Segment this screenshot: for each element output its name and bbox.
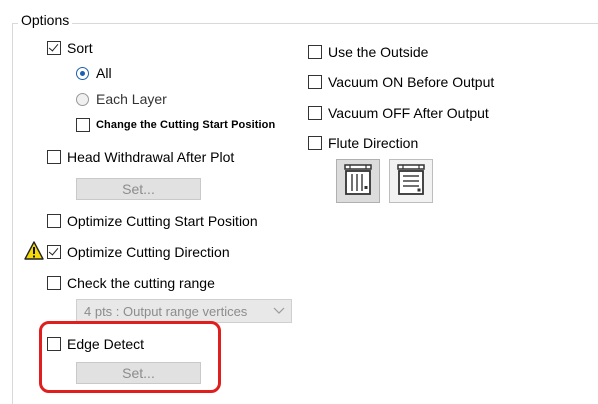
change-start-checkbox-row[interactable]: Change the Cutting Start Position bbox=[76, 115, 275, 135]
flute-vertical-icon bbox=[342, 163, 374, 199]
range-select[interactable]: 4 pts : Output range vertices bbox=[76, 299, 292, 323]
all-radio[interactable] bbox=[76, 66, 89, 80]
sort-label: Sort bbox=[67, 40, 93, 56]
check-range-checkbox[interactable] bbox=[47, 276, 61, 290]
head-withdrawal-checkbox[interactable] bbox=[47, 150, 61, 164]
flute-direction-checkbox-row[interactable]: Flute Direction bbox=[308, 133, 418, 153]
vacuum-on-checkbox[interactable] bbox=[308, 75, 322, 89]
optimize-start-label: Optimize Cutting Start Position bbox=[67, 213, 258, 229]
optimize-direction-checkbox[interactable] bbox=[47, 245, 61, 259]
head-withdrawal-set-button[interactable]: Set... bbox=[76, 178, 201, 200]
flute-vertical-button[interactable] bbox=[336, 159, 380, 203]
options-group-title: Options bbox=[18, 12, 73, 28]
vacuum-on-checkbox-row[interactable]: Vacuum ON Before Output bbox=[308, 72, 494, 92]
sort-all-radio-row[interactable]: All bbox=[76, 63, 112, 83]
optimize-direction-checkbox-row[interactable]: Optimize Cutting Direction bbox=[47, 242, 230, 262]
chevron-down-icon bbox=[273, 304, 285, 319]
optimize-direction-label: Optimize Cutting Direction bbox=[67, 244, 230, 260]
vacuum-off-checkbox-row[interactable]: Vacuum OFF After Output bbox=[308, 103, 489, 123]
check-range-checkbox-row[interactable]: Check the cutting range bbox=[47, 273, 215, 293]
head-withdrawal-checkbox-row[interactable]: Head Withdrawal After Plot bbox=[47, 147, 234, 167]
use-outside-checkbox-row[interactable]: Use the Outside bbox=[308, 42, 428, 62]
flute-direction-checkbox[interactable] bbox=[308, 136, 322, 150]
use-outside-checkbox[interactable] bbox=[308, 45, 322, 59]
sort-each-layer-radio-row[interactable]: Each Layer bbox=[76, 89, 167, 109]
each-layer-label: Each Layer bbox=[96, 91, 167, 107]
check-range-label: Check the cutting range bbox=[67, 275, 215, 291]
sort-checkbox-row[interactable]: Sort bbox=[47, 38, 93, 58]
vacuum-off-label: Vacuum OFF After Output bbox=[328, 105, 489, 121]
flute-direction-label: Flute Direction bbox=[328, 135, 419, 151]
optimize-start-checkbox-row[interactable]: Optimize Cutting Start Position bbox=[47, 211, 258, 231]
change-start-checkbox[interactable] bbox=[76, 118, 90, 132]
use-outside-label: Use the Outside bbox=[328, 44, 429, 60]
change-start-label: Change the Cutting Start Position bbox=[96, 119, 276, 131]
vacuum-off-checkbox[interactable] bbox=[308, 106, 322, 120]
optimize-start-checkbox[interactable] bbox=[47, 214, 61, 228]
flute-horizontal-icon bbox=[395, 163, 427, 199]
range-select-value: 4 pts : Output range vertices bbox=[84, 303, 248, 319]
warning-icon bbox=[24, 241, 44, 263]
vacuum-on-label: Vacuum ON Before Output bbox=[328, 74, 495, 90]
all-label: All bbox=[96, 65, 112, 81]
each-layer-radio[interactable] bbox=[76, 92, 89, 106]
sort-checkbox[interactable] bbox=[47, 41, 61, 55]
head-withdrawal-label: Head Withdrawal After Plot bbox=[67, 149, 235, 165]
flute-horizontal-button[interactable] bbox=[389, 159, 433, 203]
edge-detect-highlight-frame bbox=[39, 321, 221, 393]
